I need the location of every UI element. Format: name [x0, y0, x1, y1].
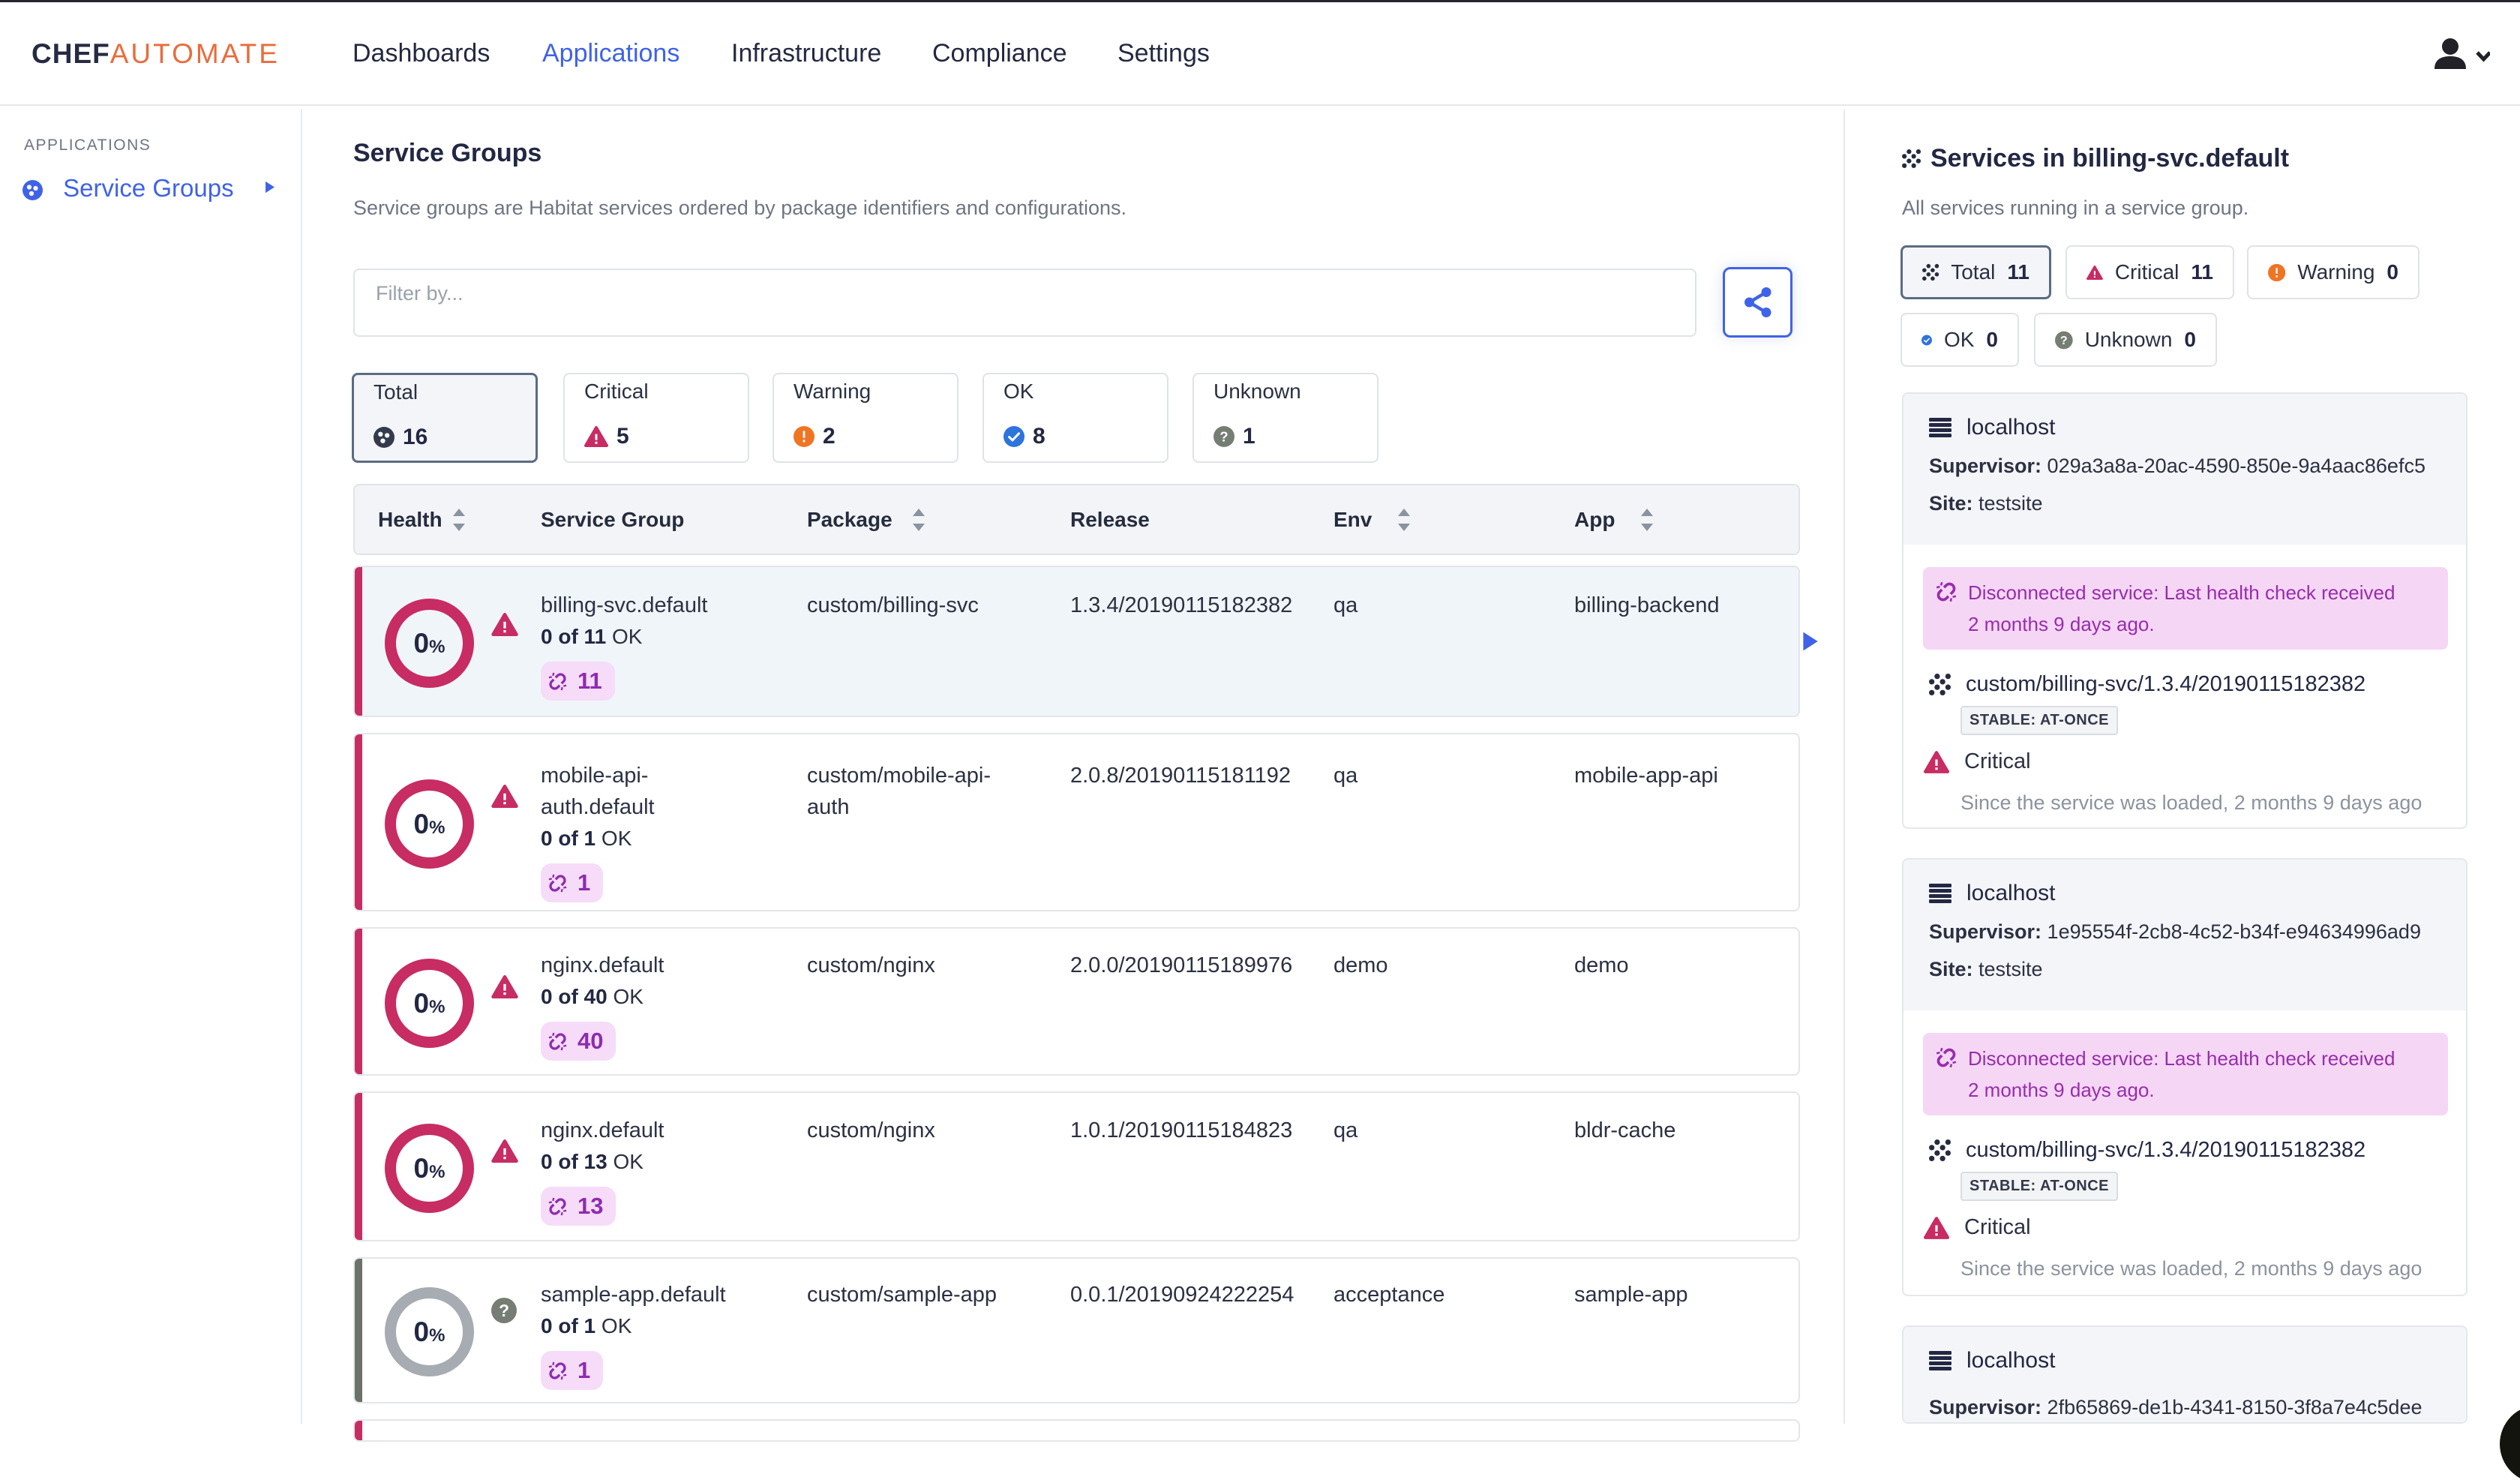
svg-text:?: ? — [1220, 428, 1228, 444]
svg-text:?: ? — [2060, 334, 2068, 347]
svg-text:?: ? — [499, 1301, 509, 1320]
